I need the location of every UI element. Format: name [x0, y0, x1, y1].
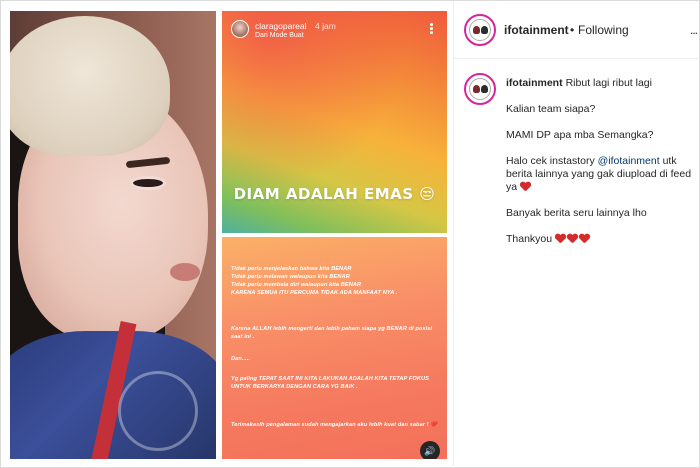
heart-emoji-icon: [579, 234, 589, 243]
account-avatar[interactable]: [464, 14, 496, 46]
story-time: 4 jam: [315, 21, 336, 31]
caption-line: Halo cek instastory: [506, 155, 595, 167]
caption-avatar[interactable]: [464, 73, 496, 105]
heart-emoji-icon: [520, 182, 530, 191]
story-text-paragraph: Terimakasih pengalaman sudah mengajarkan…: [231, 422, 438, 428]
story-text-paragraph: Karena ALLAH lebih mengerti dan lebih pa…: [231, 326, 433, 340]
post-media[interactable]: claragopareal 4 jam Dari Mode Buat DIAM …: [10, 11, 447, 459]
sound-icon[interactable]: 🔊: [420, 441, 440, 459]
selfie-photo: [10, 11, 216, 459]
separator-dot: •: [570, 23, 575, 37]
more-options-icon[interactable]: ...: [690, 23, 698, 37]
story-screenshot-bottom: Tidak perlu menjelaskan bahwa kita BENAR…: [222, 237, 447, 459]
photo-towel: [10, 16, 170, 156]
story-text-paragraph: Yg paling TEPAT SAAT INI KITA LAKUKAN AD…: [231, 376, 429, 390]
story-username: claragopareal: [255, 21, 307, 31]
caption-body: ifotainment Ribut lagi ribut lagi Kalian …: [506, 77, 698, 259]
caption-username[interactable]: ifotainment: [506, 77, 563, 89]
story-subtitle: Dari Mode Buat: [255, 32, 304, 39]
account-username[interactable]: ifotainment: [504, 23, 569, 37]
story-text-paragraph: Dan.....: [231, 356, 251, 362]
caption-line: Banyak berita seru lainnya lho: [506, 207, 647, 219]
watermark-logo: [118, 371, 198, 451]
mention-link[interactable]: @ifotainment: [598, 155, 660, 167]
photo-lips: [170, 263, 200, 281]
caption-line: Kalian team siapa?: [506, 103, 596, 115]
post-side-panel: ifotainment • Following ... ifotainment R…: [453, 1, 700, 468]
photo-eye: [130, 176, 166, 190]
story-more-icon: [430, 23, 433, 35]
story-caption: DIAM ADALAH EMAS 😒: [233, 185, 436, 203]
story-screenshot-top: claragopareal 4 jam Dari Mode Buat DIAM …: [222, 11, 447, 233]
caption-line: MAMI DP apa mba Semangka?: [506, 129, 654, 141]
heart-emoji-icon: [555, 234, 565, 243]
heart-emoji-icon: [567, 234, 577, 243]
caption-line: Ribut lagi ribut lagi: [565, 77, 652, 89]
caption-line: Thankyou: [506, 233, 553, 245]
story-avatar: [231, 20, 249, 38]
post-header: ifotainment • Following ...: [454, 1, 700, 59]
following-button[interactable]: Following: [578, 23, 629, 37]
story-text-paragraph: Tidak perlu menjelaskan bahwa kita BENAR…: [231, 266, 398, 296]
instagram-post: claragopareal 4 jam Dari Mode Buat DIAM …: [0, 0, 700, 468]
